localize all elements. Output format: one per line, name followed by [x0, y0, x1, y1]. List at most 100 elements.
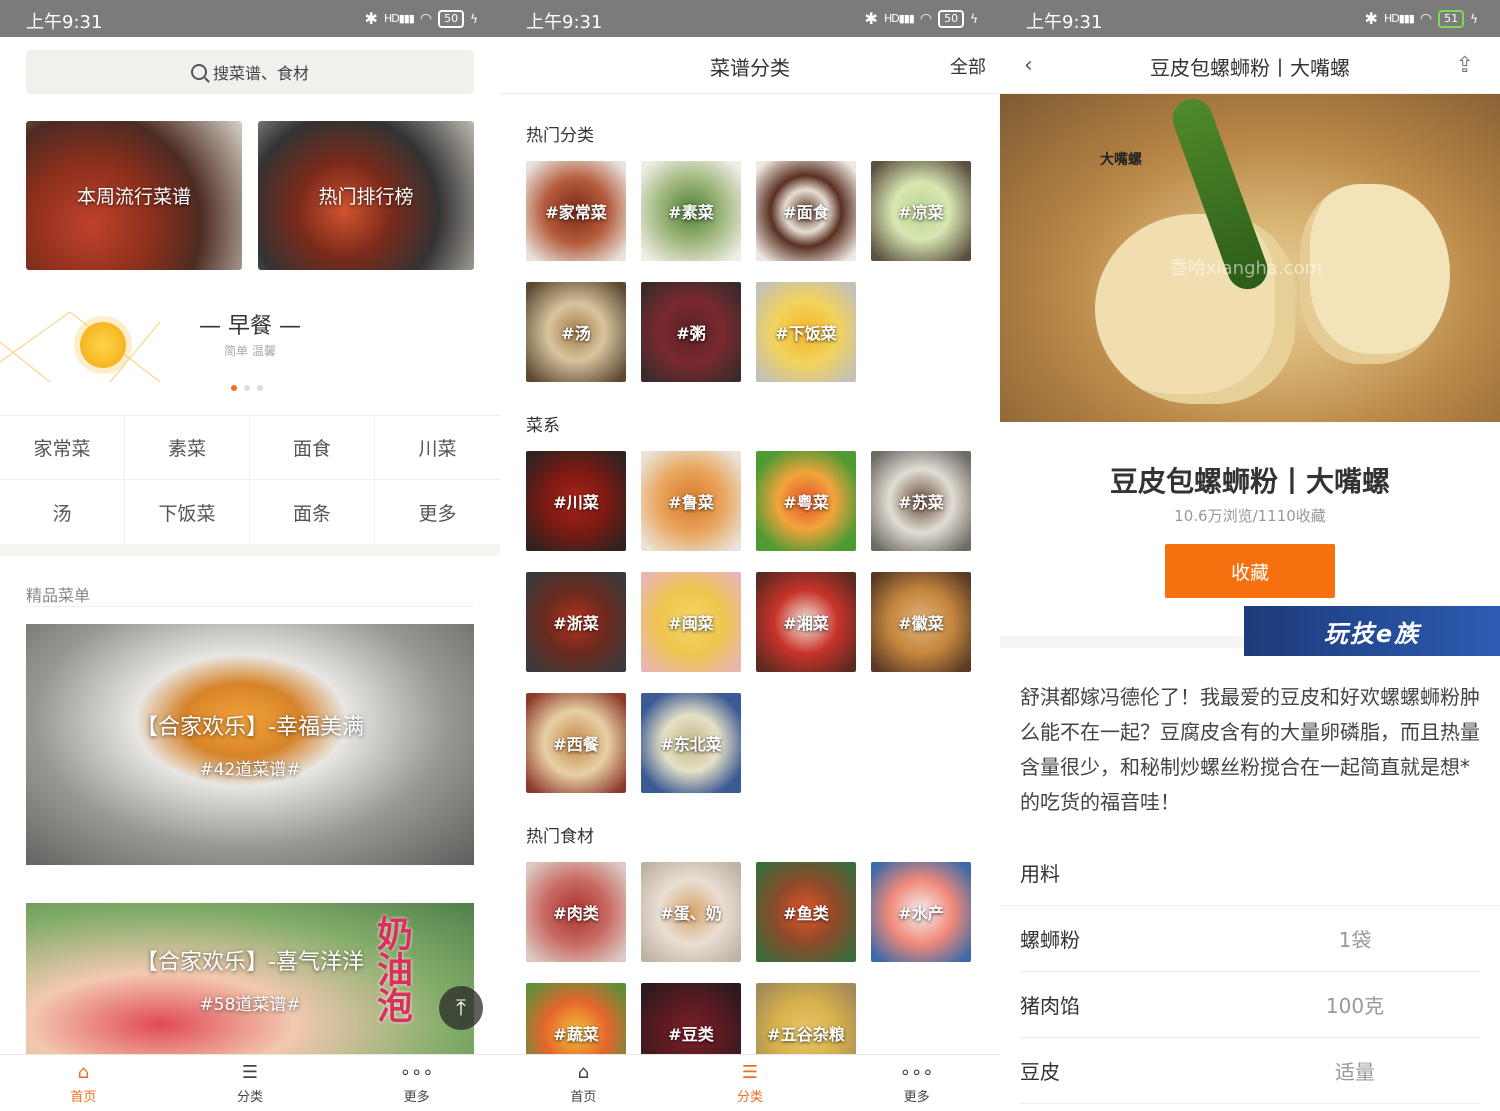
- status-time: 上午9:31: [1026, 12, 1103, 33]
- tab-more[interactable]: ∘∘∘ 更多: [357, 1055, 477, 1111]
- ingredient-name: 猪肉馅: [1020, 994, 1080, 1018]
- category-tile[interactable]: #湘菜: [756, 572, 856, 672]
- carousel-dot[interactable]: [231, 385, 237, 391]
- menu-count: #58道菜谱#: [199, 994, 301, 1015]
- category-tile[interactable]: #西餐: [526, 693, 626, 793]
- more-icon: ∘∘∘: [399, 1061, 434, 1083]
- category-screen: 上午9:31 ✱ HD▮▮▮ ◠ 50 ϟ 菜谱分类 全部 热门分类 #家常菜 …: [500, 0, 1000, 1111]
- ingredient-qty: 100克: [1325, 994, 1385, 1018]
- section-title: 精品菜单: [26, 586, 91, 605]
- category-tile[interactable]: #水产: [871, 862, 971, 962]
- banner-weekly-popular[interactable]: 本周流行菜谱: [26, 121, 242, 270]
- category-item[interactable]: 汤: [0, 480, 125, 545]
- group-title: 菜系: [526, 416, 560, 436]
- category-tile[interactable]: #家常菜: [526, 161, 626, 261]
- signal-icon: HD▮▮▮: [1383, 12, 1415, 25]
- status-bar: 上午9:31 ✱ HD▮▮▮ ◠ 51 ϟ: [1000, 0, 1500, 37]
- bluetooth-icon: ✱: [864, 9, 878, 28]
- tab-category[interactable]: ☰ 分类: [690, 1055, 810, 1111]
- meal-subtitle: 简单 温馨: [224, 344, 276, 358]
- carousel-dot[interactable]: [244, 385, 250, 391]
- menu-title: 【合家欢乐】-喜气洋洋: [136, 949, 364, 975]
- category-tile[interactable]: #凉菜: [871, 161, 971, 261]
- ingredient-row: 豆皮 适量: [1020, 1038, 1480, 1104]
- back-to-top-button[interactable]: ⤒: [439, 986, 483, 1030]
- tab-bar: ⌂ 首页 ☰ 分类 ∘∘∘ 更多: [0, 1054, 500, 1111]
- recipe-stats: 10.6万浏览/1110收藏: [1174, 507, 1326, 525]
- more-icon: ∘∘∘: [899, 1061, 934, 1083]
- menu-card[interactable]: 【合家欢乐】-幸福美满 #42道菜谱#: [26, 624, 474, 865]
- sun-icon: [80, 322, 126, 368]
- list-icon: ☰: [241, 1061, 259, 1083]
- status-bar: 上午9:31 ✱ HD▮▮▮ ◠ 50 ϟ: [0, 0, 500, 37]
- carousel-indicator: [231, 385, 263, 391]
- carousel-dot[interactable]: [257, 385, 263, 391]
- category-tile[interactable]: #浙菜: [526, 572, 626, 672]
- share-icon[interactable]: ⇪: [1456, 53, 1474, 78]
- promo-banner[interactable]: 玩技e族: [1244, 606, 1500, 656]
- wifi-icon: ◠: [1419, 10, 1433, 27]
- category-tile[interactable]: #粤菜: [756, 451, 856, 551]
- favorite-button[interactable]: 收藏: [1165, 544, 1335, 598]
- category-grid: 家常菜 素菜 面食 川菜 汤 下饭菜 面条 更多: [0, 415, 500, 545]
- tab-more[interactable]: ∘∘∘ 更多: [857, 1055, 977, 1111]
- charging-icon: ϟ: [1470, 11, 1478, 26]
- category-more[interactable]: 更多: [375, 480, 500, 545]
- category-item[interactable]: 面条: [250, 480, 375, 545]
- tab-bar: ⌂ 首页 ☰ 分类 ∘∘∘ 更多: [500, 1054, 1000, 1111]
- category-tile[interactable]: #东北菜: [641, 693, 741, 793]
- category-tile[interactable]: #徽菜: [871, 572, 971, 672]
- ingredient-qty: 1袋: [1338, 928, 1372, 952]
- category-item[interactable]: 下饭菜: [125, 480, 250, 545]
- category-tile[interactable]: #肉类: [526, 862, 626, 962]
- category-item[interactable]: 面食: [250, 416, 375, 480]
- nav-bar: ‹ 豆皮包螺蛳粉丨大嘴螺 ⇪: [1000, 37, 1500, 94]
- recipe-screen: 上午9:31 ✱ HD▮▮▮ ◠ 51 ϟ ‹ 豆皮包螺蛳粉丨大嘴螺 ⇪ 大嘴螺…: [1000, 0, 1500, 1111]
- wifi-icon: ◠: [919, 10, 933, 27]
- status-time: 上午9:31: [526, 12, 603, 33]
- category-tile[interactable]: #鱼类: [756, 862, 856, 962]
- image-brand-text: 大嘴螺: [1100, 152, 1142, 168]
- category-tile[interactable]: #汤: [526, 282, 626, 382]
- recipe-image: 大嘴螺 香哈xiangha.com: [1000, 93, 1500, 422]
- tab-home[interactable]: ⌂ 首页: [23, 1055, 143, 1111]
- divider: [0, 544, 500, 556]
- all-button[interactable]: 全部: [950, 53, 986, 79]
- ingredient-name: 豆皮: [1020, 1060, 1060, 1084]
- back-icon[interactable]: ‹: [1024, 53, 1033, 78]
- battery-icon: 50: [438, 9, 465, 28]
- category-item[interactable]: 川菜: [375, 416, 500, 480]
- recipe-title: 豆皮包螺蛳粉丨大嘴螺: [1109, 465, 1390, 498]
- meal-title[interactable]: — 早餐 —: [150, 308, 350, 340]
- category-tile[interactable]: #闽菜: [641, 572, 741, 672]
- ingredients-title: 用料: [1020, 862, 1060, 886]
- ingredient-row: 螺蛳粉 1袋: [1020, 906, 1480, 972]
- battery-icon: 51: [1438, 9, 1465, 28]
- status-bar: 上午9:31 ✱ HD▮▮▮ ◠ 50 ϟ: [500, 0, 1000, 37]
- home-icon: ⌂: [77, 1061, 90, 1083]
- banner-hot-ranking[interactable]: 热门排行榜: [258, 121, 474, 270]
- ingredient-row: 猪肉馅 100克: [1020, 972, 1480, 1038]
- category-tile[interactable]: #川菜: [526, 451, 626, 551]
- category-tile[interactable]: #粥: [641, 282, 741, 382]
- home-screen: 上午9:31 ✱ HD▮▮▮ ◠ 50 ϟ 搜菜谱、食材 本周流行菜谱 热门排行…: [0, 0, 500, 1111]
- promo-text: 玩技e族: [1323, 619, 1421, 648]
- nav-bar: 菜谱分类 全部: [500, 37, 1000, 94]
- bluetooth-icon: ✱: [364, 9, 378, 28]
- recipe-description: 舒淇都嫁冯德伦了！我最爱的豆皮和好欢螺螺蛳粉肿么能不在一起？豆腐皮含有的大量卵磷…: [1020, 685, 1480, 814]
- category-tile[interactable]: #面食: [756, 161, 856, 261]
- tab-home[interactable]: ⌂ 首页: [523, 1055, 643, 1111]
- category-tile[interactable]: #素菜: [641, 161, 741, 261]
- status-time: 上午9:31: [26, 12, 103, 33]
- category-tile[interactable]: #下饭菜: [756, 282, 856, 382]
- category-item[interactable]: 素菜: [125, 416, 250, 480]
- category-tile[interactable]: #蛋、奶: [641, 862, 741, 962]
- charging-icon: ϟ: [970, 11, 978, 26]
- tab-category[interactable]: ☰ 分类: [190, 1055, 310, 1111]
- category-item[interactable]: 家常菜: [0, 416, 125, 480]
- menu-overlay-text: 奶油泡: [371, 915, 412, 1023]
- category-tile[interactable]: #苏菜: [871, 451, 971, 551]
- category-tile[interactable]: #鲁菜: [641, 451, 741, 551]
- wifi-icon: ◠: [419, 10, 433, 27]
- search-input[interactable]: 搜菜谱、食材: [26, 50, 474, 94]
